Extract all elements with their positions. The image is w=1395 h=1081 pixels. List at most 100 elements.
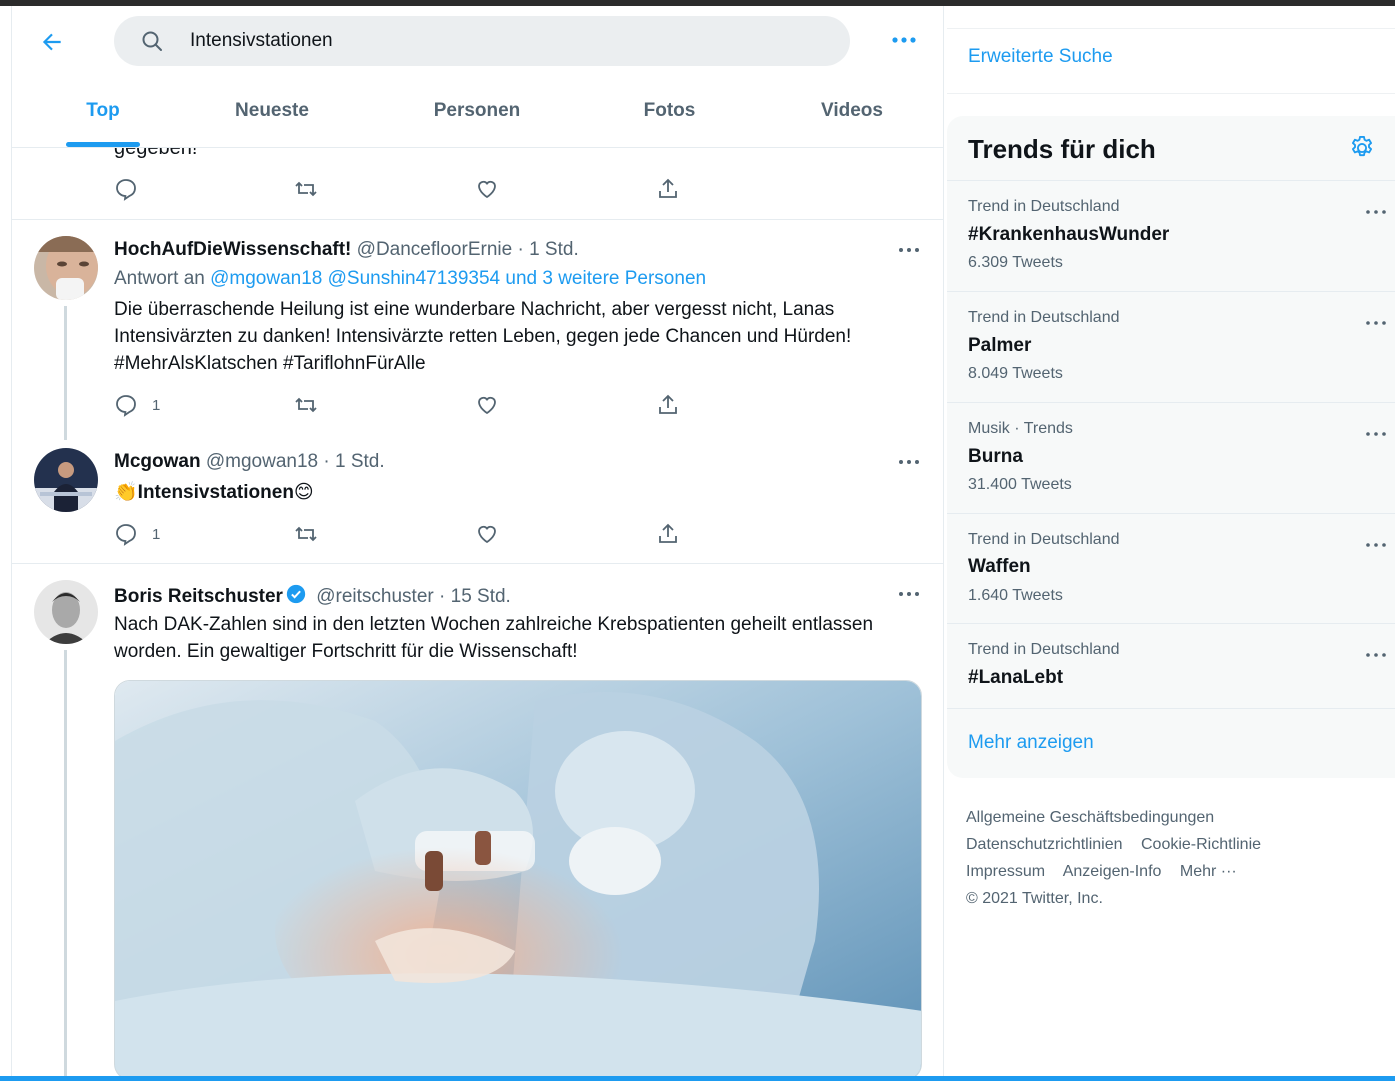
more-icon [899,248,919,252]
trend-name[interactable]: #LanaLebt [968,667,1063,689]
active-tab-indicator [66,142,140,147]
avatar[interactable] [34,448,98,512]
tweet-more-button[interactable] [896,242,922,262]
retweet-icon [295,397,317,413]
search-input[interactable] [190,30,790,52]
like-icon [478,180,496,199]
header-more-button[interactable] [888,28,920,52]
reply-button[interactable]: 1 [114,393,160,417]
tweet-author-name[interactable]: HochAufDieWissenschaft! [114,239,351,260]
search-icon [142,31,162,51]
share-button[interactable] [656,177,680,201]
tweet-author-name[interactable]: Mcgowan [114,451,201,472]
trend-meta: Trend in Deutschland [968,198,1120,215]
trend-separator [947,708,1395,709]
share-icon [659,178,677,198]
trend-name[interactable]: Palmer [968,335,1031,357]
footer-links: Allgemeine Geschäftsbedingungen Datensch… [966,804,1386,912]
tweet-separator [12,219,943,220]
avatar-image [34,580,98,644]
footer-more-link[interactable]: Mehr ··· [1180,863,1237,880]
search-bar[interactable] [114,16,850,66]
clapping-emoji: 👏 [114,482,138,503]
reply-to-mentions[interactable]: @mgowan18 @Sunshin47139354 und 3 weitere… [210,268,706,289]
tab-latest[interactable]: Neueste [217,90,327,148]
tweet-actions: 1 [114,522,714,548]
share-button[interactable] [656,393,680,417]
avatar[interactable] [34,580,98,644]
like-button[interactable] [475,393,499,417]
more-icon [1366,432,1386,436]
tweet-separator [12,563,943,564]
reply-button[interactable] [114,177,138,201]
tweet-actions: 1 [114,393,714,419]
tweet-more-button[interactable] [896,586,922,606]
tweet-time[interactable]: · 1 Std. [517,239,578,260]
tweet-author-name[interactable]: Boris Reitschuster [114,586,283,607]
more-icon [1366,543,1386,547]
tweet-text: Intensivstationen [137,482,294,503]
reply-count: 1 [152,525,161,543]
tab-people[interactable]: Personen [417,90,537,148]
like-icon [478,396,496,415]
tab-videos[interactable]: Videos [807,90,897,148]
tweet-author-handle[interactable]: @DancefloorErnie [357,239,513,260]
reply-icon [116,179,136,201]
gear-icon [1351,135,1373,157]
trend-name[interactable]: #KrankenhausWunder [968,224,1169,246]
trend-separator [947,291,1395,292]
reply-icon [116,524,136,546]
trend-name[interactable]: Waffen [968,556,1031,578]
footer-privacy-link[interactable]: Datenschutzrichtlinien [966,836,1123,853]
show-more-trends-link[interactable]: Mehr anzeigen [968,732,1094,754]
footer-ads-info-link[interactable]: Anzeigen-Info [1063,863,1162,880]
footer-imprint-link[interactable]: Impressum [966,863,1045,880]
retweet-icon [295,181,317,197]
reply-button[interactable]: 1 [114,522,160,546]
tweet-text: Die überraschende Heilung ist eine wunde… [114,299,852,374]
tweet-text-line: 👏Intensivstationen😊 [114,479,904,506]
clipped-tweet-text: gegeben! [114,148,198,159]
trend-count: 31.400 Tweets [968,476,1072,493]
search-tabs: Top Neueste Personen Fotos Videos [12,90,943,148]
trends-settings-button[interactable] [1348,134,1376,162]
trend-meta: Musik · Trends [968,420,1073,437]
tab-top[interactable]: Top [62,90,144,148]
advanced-search-link[interactable]: Erweiterte Suche [968,46,1113,68]
tab-photos[interactable]: Fotos [627,90,712,148]
trend-more-button[interactable] [1364,205,1388,219]
more-icon [1366,653,1386,657]
like-button[interactable] [475,522,499,546]
column-divider [943,6,944,1076]
retweet-button[interactable] [294,522,318,546]
retweet-button[interactable] [294,393,318,417]
verified-icon [286,584,306,604]
avatar-image [34,236,98,300]
tweet-text: Nach DAK-Zahlen sind in den letzten Woch… [114,614,874,662]
footer-terms-link[interactable]: Allgemeine Geschäftsbedingungen [966,809,1214,826]
thread-line [64,650,67,1076]
trend-more-button[interactable] [1364,538,1388,552]
trend-name[interactable]: Burna [968,446,1023,468]
tweet-author-handle[interactable]: @mgowan18 [206,451,318,472]
retweet-button[interactable] [294,177,318,201]
tweet-author-handle[interactable]: @reitschuster [316,586,434,607]
like-button[interactable] [475,177,499,201]
tweet-time[interactable]: · 1 Std. [323,451,384,472]
trend-separator [947,180,1395,181]
back-button[interactable] [36,26,68,58]
trend-more-button[interactable] [1364,648,1388,662]
retweet-icon [295,526,317,542]
tweet-time[interactable]: · 15 Std. [439,586,511,607]
share-button[interactable] [656,522,680,546]
reply-count: 1 [152,396,161,414]
avatar[interactable] [34,236,98,300]
trend-more-button[interactable] [1364,316,1388,330]
more-icon [892,37,916,43]
tweet-media-image[interactable] [114,680,922,1080]
surgery-photo [115,681,921,1079]
tweet-header: Mcgowan @mgowan18 · 1 Std. [114,451,385,473]
footer-cookie-link[interactable]: Cookie-Richtlinie [1141,836,1261,853]
tweet-more-button[interactable] [896,454,922,474]
trend-more-button[interactable] [1364,427,1388,441]
